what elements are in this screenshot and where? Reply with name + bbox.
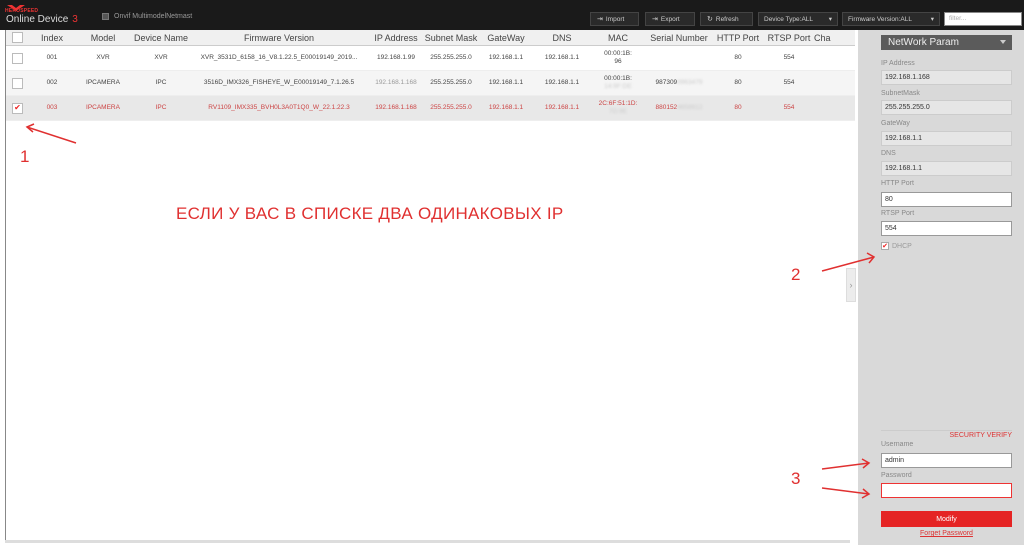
arrow-3b [821, 487, 870, 495]
annotation-arrows [25, 123, 876, 499]
arrow-1 [26, 126, 77, 144]
arrow-3a [821, 462, 870, 470]
arrow-2 [821, 256, 875, 272]
